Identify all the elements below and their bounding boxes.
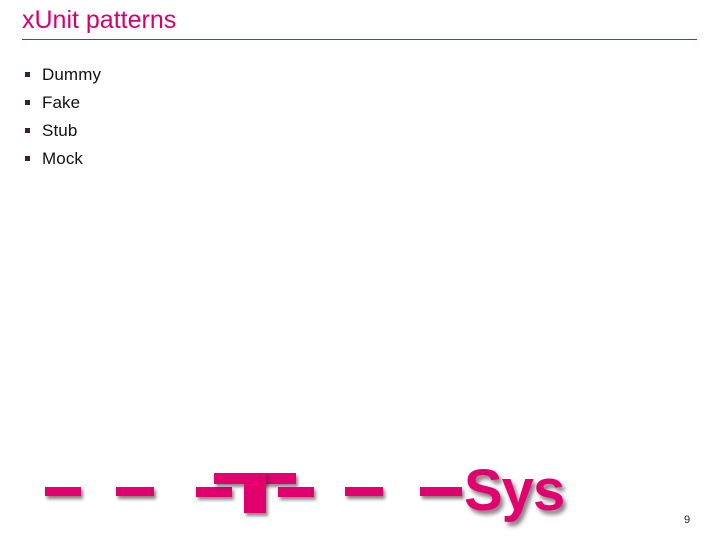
logo-t-stem (244, 473, 266, 513)
list-item-label: Mock (42, 149, 84, 168)
page-title: xUnit patterns (22, 6, 177, 34)
page-number: 9 (684, 514, 691, 526)
square-bullet-icon (25, 156, 30, 161)
logo-dash-icon (116, 487, 154, 496)
logo-t-left-wing (196, 487, 232, 497)
logo-dash-icon (420, 487, 462, 496)
slide-canvas: xUnit patterns Dummy Fake Stub Mock Sys … (0, 0, 720, 540)
logo-dash-icon (345, 487, 383, 496)
title-divider (22, 39, 697, 40)
square-bullet-icon (25, 72, 30, 77)
logo-t-letter-icon (196, 470, 314, 520)
list-item: Dummy (24, 61, 424, 89)
square-bullet-icon (25, 100, 30, 105)
logo-dash-icon (45, 487, 81, 496)
title-block: xUnit patterns (22, 6, 698, 40)
t-systems-logo (0, 468, 720, 528)
list-item: Mock (24, 145, 424, 173)
list-item-label: Stub (42, 121, 78, 140)
list-item: Stub (24, 117, 424, 145)
list-item-label: Dummy (42, 65, 102, 84)
bullet-list: Dummy Fake Stub Mock (24, 61, 424, 173)
list-item-label: Fake (42, 93, 81, 112)
logo-wordmark: Sys (464, 458, 565, 523)
list-item: Fake (24, 89, 424, 117)
square-bullet-icon (25, 128, 30, 133)
logo-t-right-wing (278, 487, 314, 497)
